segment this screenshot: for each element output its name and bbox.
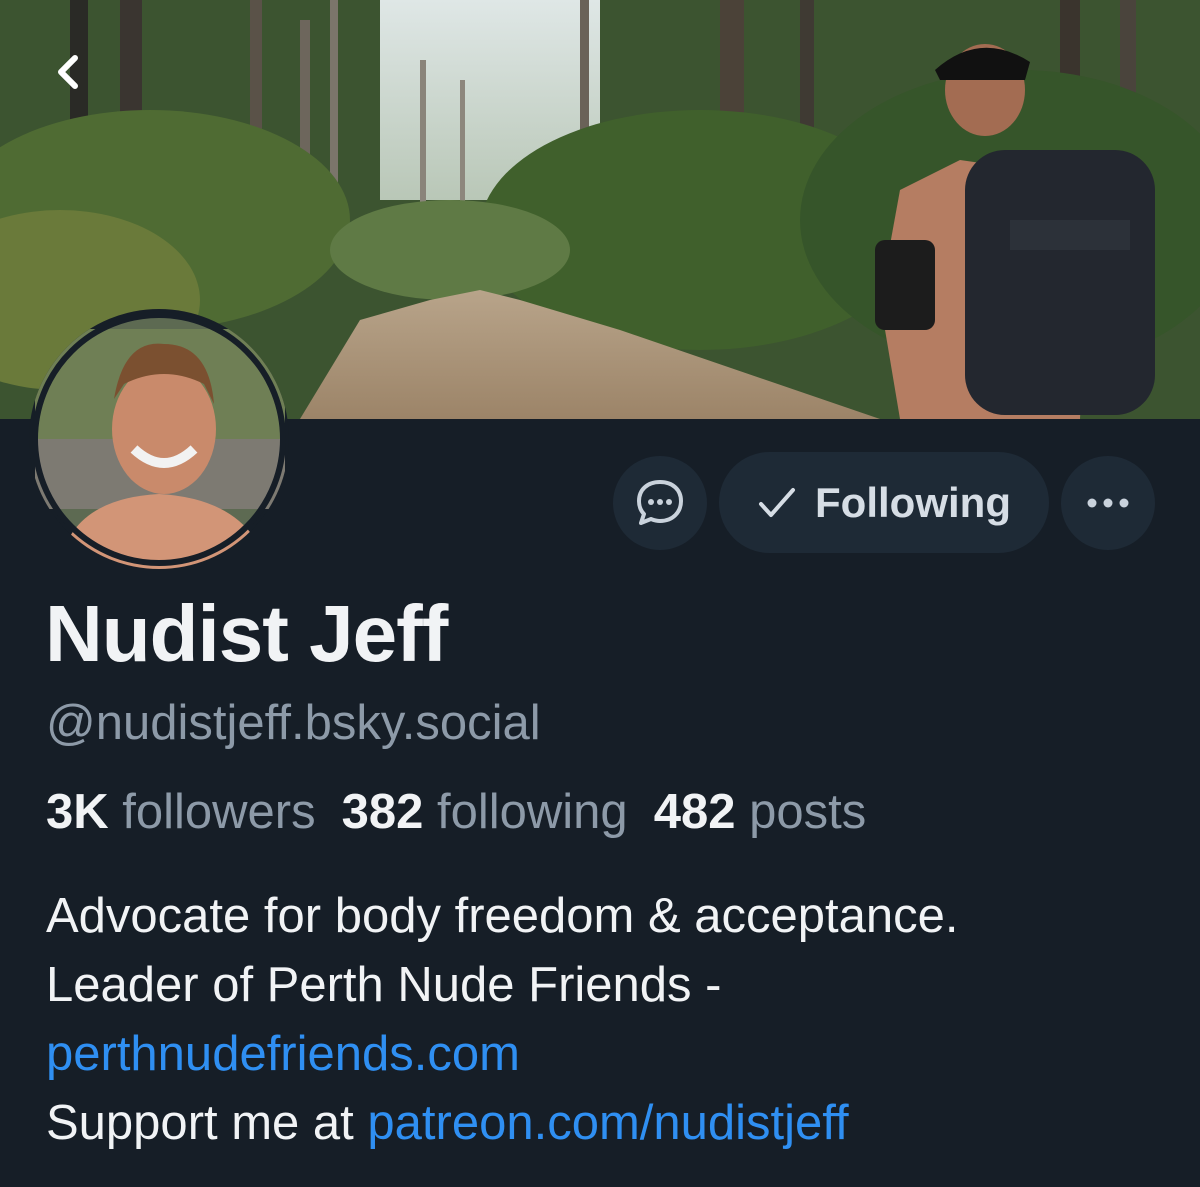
posts-count: 482	[653, 785, 736, 839]
posts-label: posts	[749, 785, 867, 839]
bio-link-patreon[interactable]: patreon.com/nudistjeff	[367, 1096, 848, 1150]
display-name: Nudist Jeff	[45, 589, 448, 678]
profile-handle: @nudistjeff.bsky.social	[46, 696, 541, 750]
chat-bubble-icon	[637, 479, 683, 525]
posts-stat: 482 posts	[654, 785, 867, 839]
avatar[interactable]	[29, 309, 289, 569]
ellipsis-icon	[1087, 498, 1129, 507]
following-stat[interactable]: 382 following	[342, 785, 628, 839]
followers-stat[interactable]: 3K followers	[46, 785, 316, 839]
bio-line-4-prefix: Support me at	[46, 1096, 354, 1150]
following-button-label: Following	[815, 478, 1011, 526]
more-options-button[interactable]	[1061, 455, 1155, 550]
followers-label: followers	[122, 785, 316, 839]
followers-count: 3K	[46, 785, 109, 839]
profile-stats: 3K followers 382 following 482 posts	[46, 784, 866, 840]
message-button[interactable]	[613, 455, 707, 550]
following-button[interactable]: Following	[719, 452, 1049, 553]
avatar-image	[32, 312, 286, 569]
following-count: 382	[341, 785, 424, 839]
bio-line-2: Leader of Perth Nude Friends -	[46, 958, 722, 1012]
following-label: following	[437, 785, 628, 839]
chevron-left-icon	[58, 55, 78, 89]
back-button[interactable]	[40, 44, 96, 100]
bio-line-1: Advocate for body freedom & acceptance.	[46, 889, 959, 943]
checkmark-icon	[759, 487, 796, 517]
profile-bio: Advocate for body freedom & acceptance. …	[46, 882, 1166, 1158]
bio-link-perthnudefriends[interactable]: perthnudefriends.com	[46, 1027, 520, 1081]
profile-actions: Following	[613, 452, 1155, 553]
